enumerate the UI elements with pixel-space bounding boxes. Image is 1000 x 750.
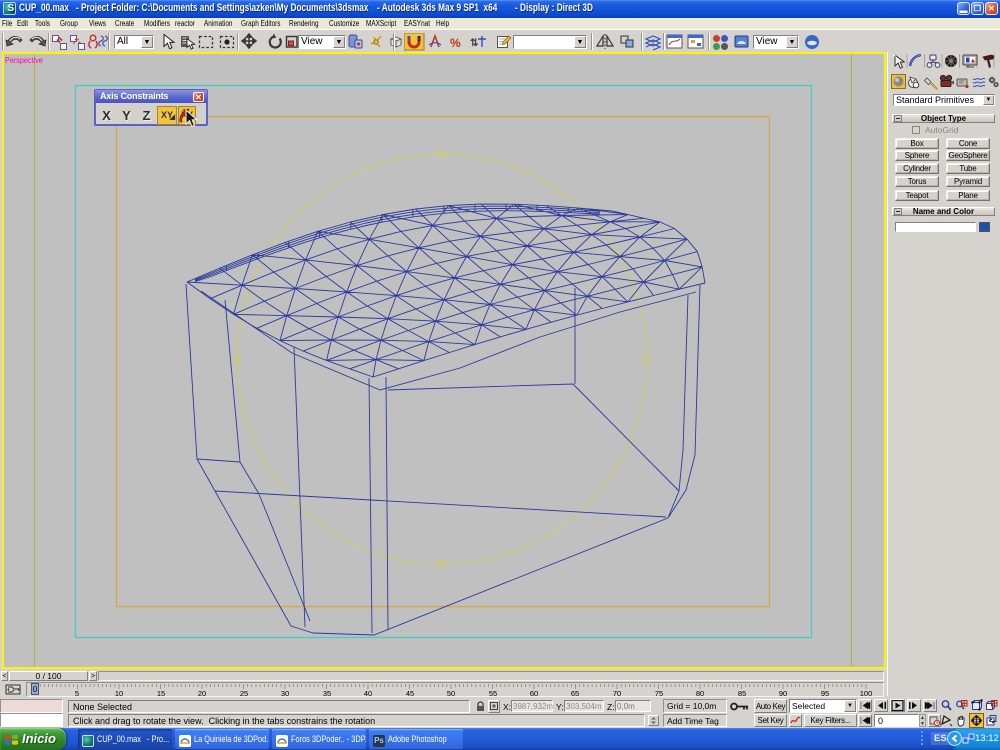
svg-text:70: 70 bbox=[613, 689, 621, 698]
svg-text:95: 95 bbox=[821, 689, 829, 698]
svg-text:25: 25 bbox=[240, 689, 248, 698]
svg-text:85: 85 bbox=[738, 689, 746, 698]
svg-text:60: 60 bbox=[530, 689, 538, 698]
svg-text:20: 20 bbox=[198, 689, 206, 698]
svg-text:30: 30 bbox=[281, 689, 289, 698]
svg-text:50: 50 bbox=[447, 689, 455, 698]
svg-text:5: 5 bbox=[75, 689, 79, 698]
svg-text:40: 40 bbox=[364, 689, 372, 698]
svg-text:35: 35 bbox=[323, 689, 331, 698]
svg-text:⇅: ⇅ bbox=[470, 38, 479, 49]
svg-text:45: 45 bbox=[406, 689, 414, 698]
svg-text:80: 80 bbox=[696, 689, 704, 698]
svg-text:3: 3 bbox=[417, 36, 421, 43]
svg-text:65: 65 bbox=[571, 689, 579, 698]
svg-text:100: 100 bbox=[860, 689, 873, 698]
svg-text:15: 15 bbox=[157, 689, 165, 698]
svg-text:10: 10 bbox=[115, 689, 123, 698]
svg-text:90: 90 bbox=[779, 689, 787, 698]
svg-text:55: 55 bbox=[489, 689, 497, 698]
svg-text:%: % bbox=[450, 36, 461, 50]
svg-text:75: 75 bbox=[655, 689, 663, 698]
